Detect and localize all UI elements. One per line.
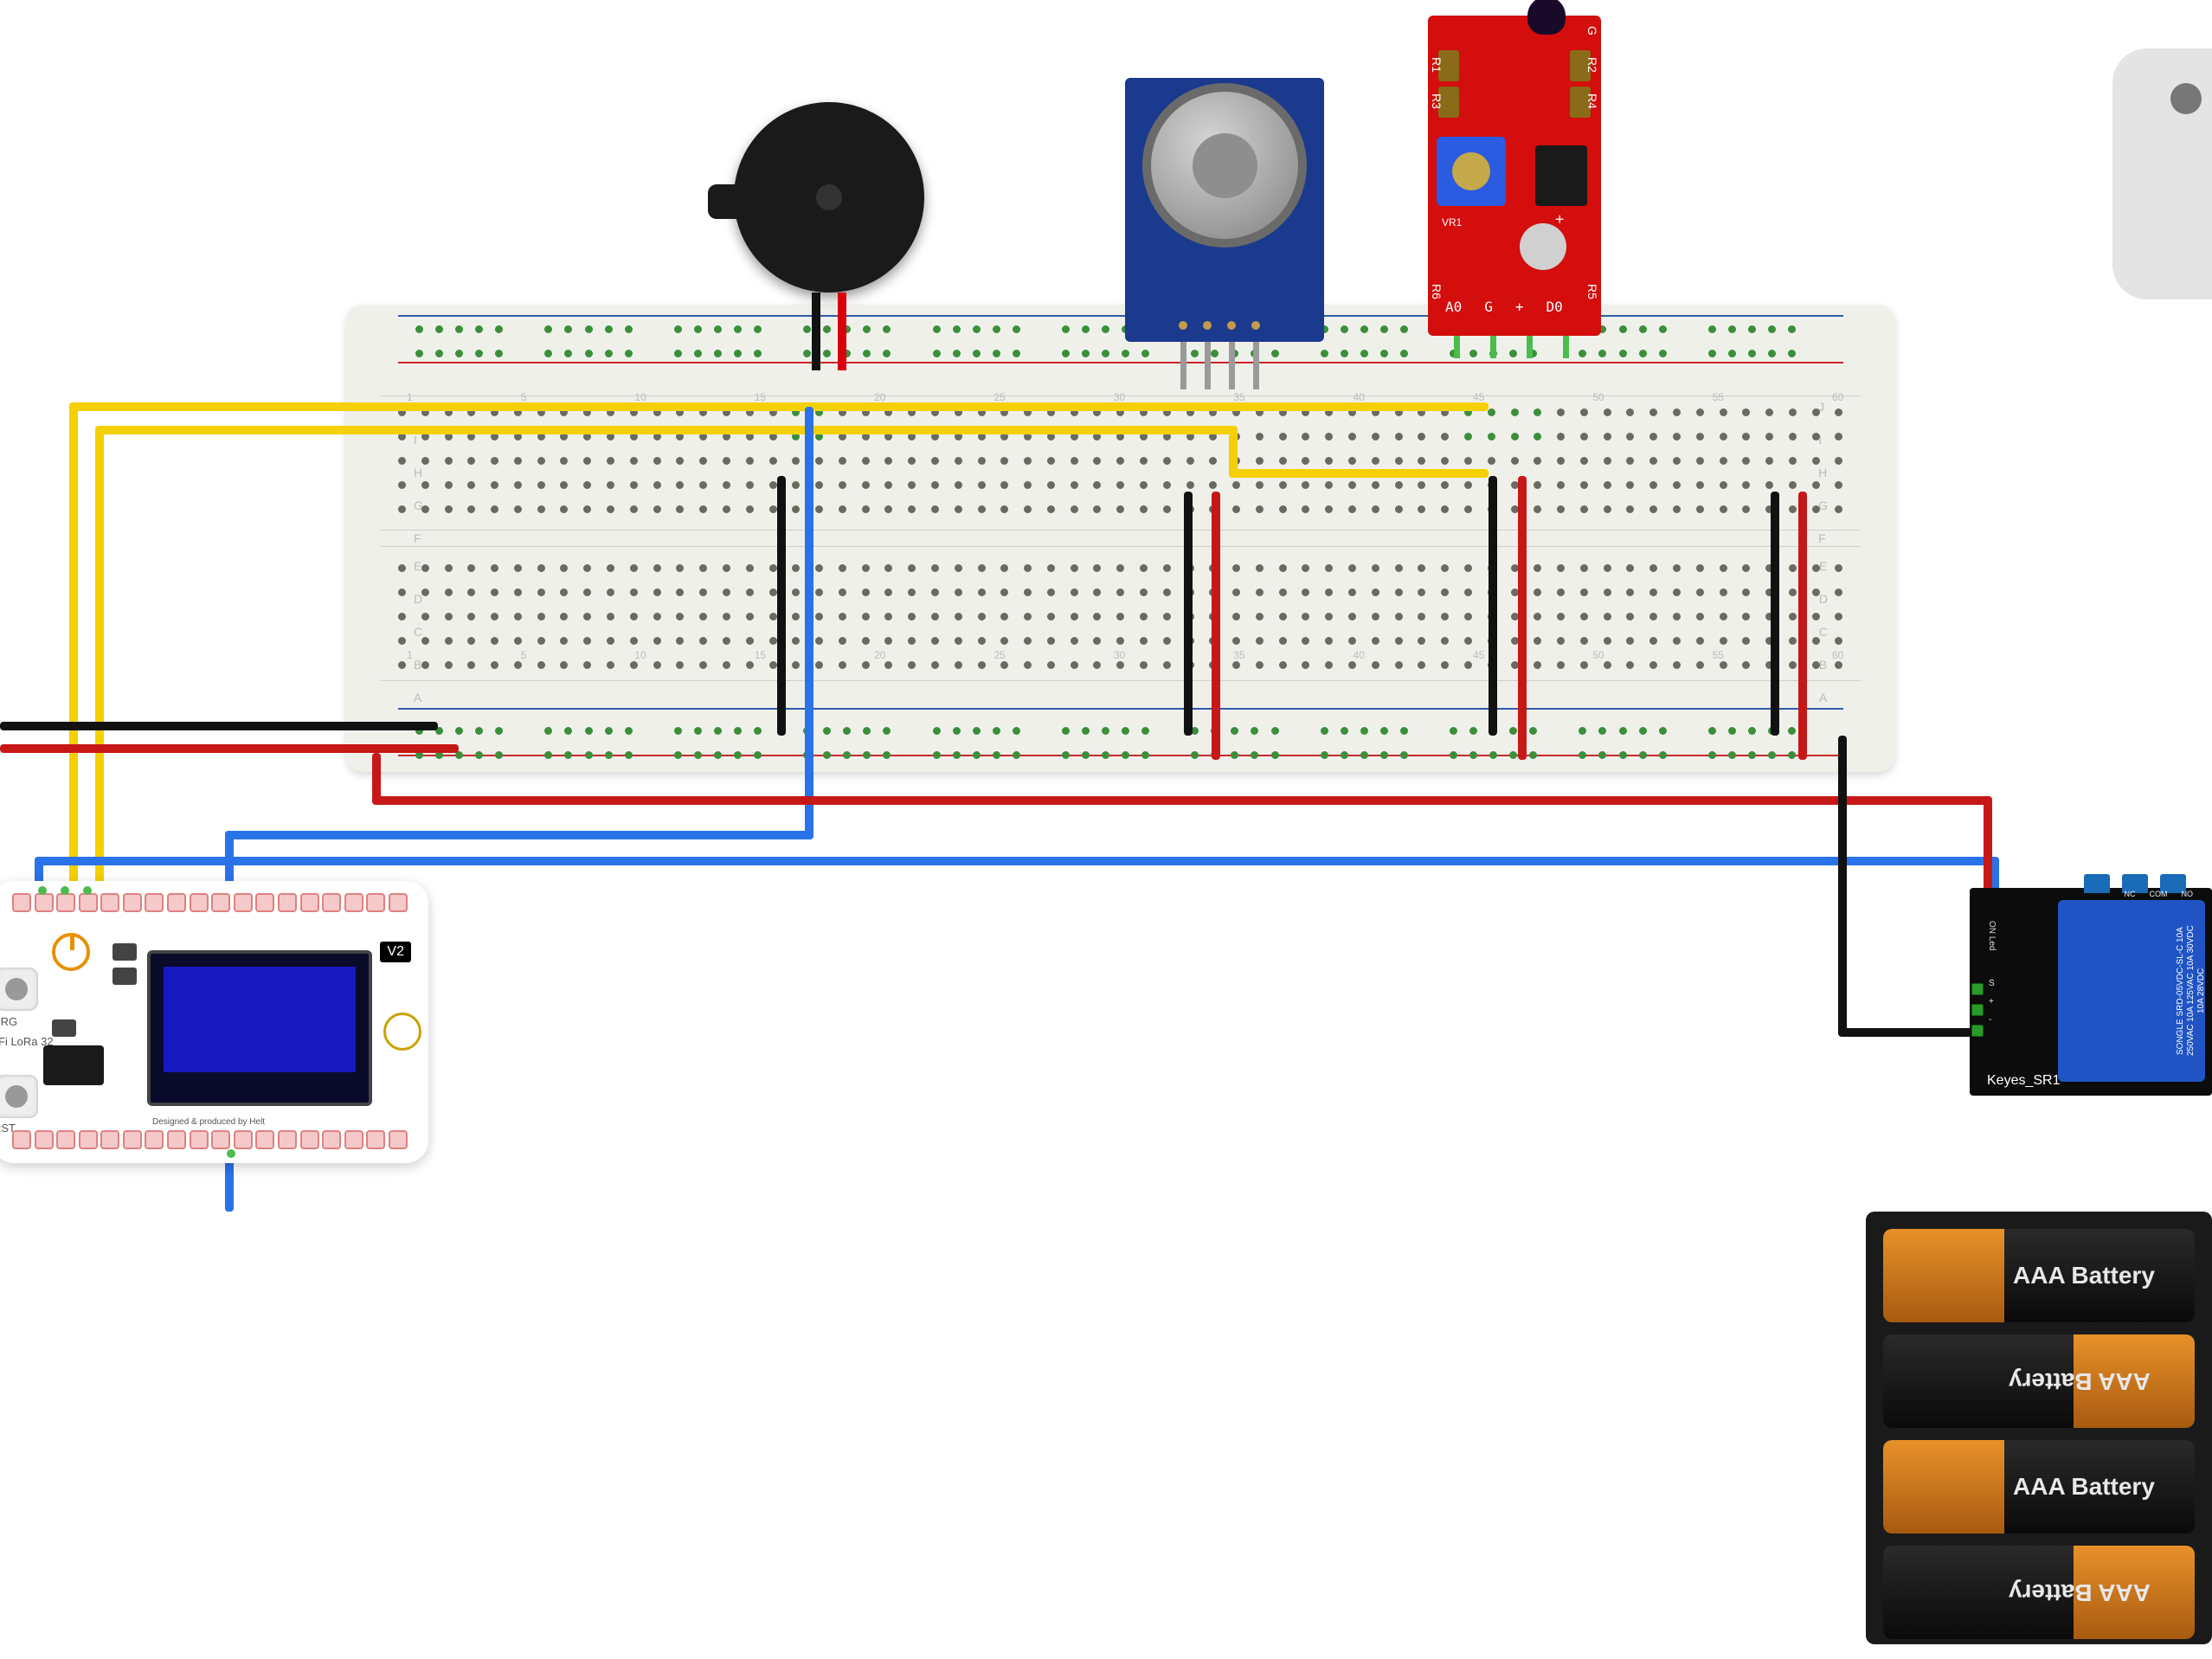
battery-cell-3: AAA Battery — [1883, 1440, 2195, 1534]
circuit-canvas: F G H I J F G H I J A B C D E A — [0, 0, 2212, 1659]
bb-black-1 — [777, 476, 786, 736]
relay-brand: Keyes_SR1 — [1987, 1073, 2061, 1089]
reset-label: RST — [0, 1122, 16, 1135]
battery-cell-1: AAA Battery — [1883, 1229, 2195, 1322]
wire-red-relay — [372, 796, 1990, 805]
wire-blue-relay — [35, 857, 1999, 865]
offscreen-component — [2112, 48, 2212, 299]
heltec-top-pins — [12, 893, 408, 914]
relay-body-text: SONGLE SRD-05VDC-SL-C 10A 250VAC 10A 125… — [2176, 917, 2196, 1064]
relay-terminal-labels: NC COM NO — [2125, 890, 2194, 898]
r1-label: R1 — [1430, 57, 1444, 73]
r6-label: R6 — [1430, 284, 1444, 299]
prog-label: PRG — [0, 1015, 17, 1028]
gas-sensor — [1125, 78, 1324, 342]
bb-black-3 — [1489, 476, 1497, 736]
photodiode-window — [1520, 223, 1566, 270]
r5-label: R5 — [1585, 284, 1599, 299]
wire-yellow-1v — [69, 402, 78, 904]
ir-led-icon — [1527, 0, 1566, 35]
wire-blue-heltec — [225, 1160, 234, 1212]
battery-cell-4: AAA Battery — [1883, 1546, 2195, 1639]
vr1-label: VR1 — [1442, 216, 1462, 228]
bb-red-3 — [1518, 476, 1527, 760]
wire-yellow-2v — [95, 426, 104, 904]
breadboard: F G H I J F G H I J A B C D E A — [346, 305, 1895, 772]
potentiometer — [1437, 137, 1506, 206]
prog-button[interactable] — [0, 968, 38, 1011]
flame-pin-labels: A0 G + D0 — [1445, 299, 1563, 315]
wire-yellow-2c — [1229, 469, 1489, 478]
version-badge: V2 — [380, 942, 411, 962]
bb-black-4 — [1771, 492, 1779, 736]
wire-red-out — [0, 744, 459, 753]
relay-pin-labels: S + - — [1989, 979, 1995, 1025]
relay-module: NC COM NO SONGLE SRD-05VDC-SL-C 10A 250V… — [1970, 888, 2212, 1096]
comparator-chip — [1535, 145, 1587, 206]
footer-text: Designed & produced by Helt — [152, 1117, 265, 1127]
piezo-buzzer — [734, 102, 924, 293]
wire-red-relay-v — [372, 753, 381, 801]
wire-black-relay — [1838, 736, 1847, 1035]
bb-black-2 — [1184, 492, 1193, 736]
heltec-lora32-board: PRG RST Fi LoRa 32 V2 Designed & produce… — [0, 881, 428, 1163]
oled-display — [147, 950, 372, 1106]
buzzer-leg-gnd — [812, 293, 820, 370]
battery-holder: AAA Battery AAA Battery AAA Battery AAA … — [1866, 1212, 2212, 1644]
bb-red-4 — [1798, 492, 1807, 760]
soc-chip — [43, 1045, 104, 1085]
bb-red-2 — [1212, 492, 1220, 760]
r3-label: R3 — [1430, 93, 1444, 109]
battery-cell-2: AAA Battery — [1883, 1334, 2195, 1428]
led-label: ON Led — [1987, 921, 1997, 950]
wire-blue-buz — [805, 407, 813, 839]
g-label: G — [1585, 26, 1599, 35]
r4-label: R4 — [1585, 93, 1599, 109]
wire-black-relay-h — [1838, 1028, 1990, 1037]
relay-input-pins — [1971, 983, 1984, 1037]
buzzer-leg-vcc — [838, 293, 846, 370]
wire-black-out — [0, 722, 438, 730]
plus-label: + — [1550, 215, 1568, 224]
antenna-connector-icon — [383, 1013, 421, 1051]
r2-label: R2 — [1585, 57, 1599, 73]
heltec-bottom-pins — [12, 1130, 408, 1151]
wire-yellow-1 — [69, 402, 1489, 411]
power-icon — [52, 933, 90, 971]
row-letters-top-left: F G H I J — [414, 400, 423, 545]
reset-button[interactable] — [0, 1075, 38, 1118]
wire-blue-1 — [225, 831, 813, 839]
wire-yellow-2 — [95, 426, 1238, 434]
flame-sensor: R1 R3 R2 R4 R6 R5 G + VR1 A0 G + D0 — [1428, 16, 1601, 336]
